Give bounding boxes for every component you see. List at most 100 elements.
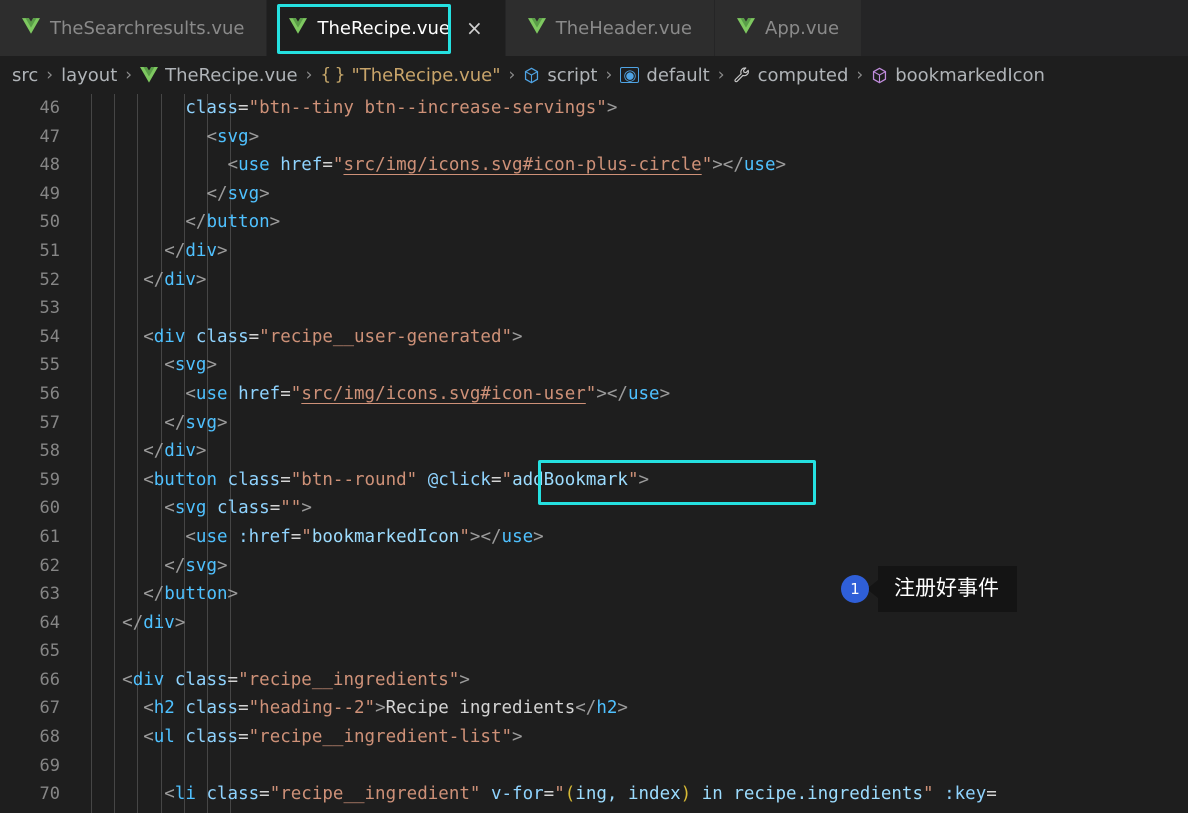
line-content[interactable]: <use href="src/img/icons.svg#icon-user">… [80,380,670,409]
code-line-46[interactable]: 46 class="btn--tiny btn--increase-servin… [0,94,1188,123]
code-line-60[interactable]: 60 <svg class=""> [0,494,1188,523]
line-number: 59 [39,469,60,490]
tab-label: TheSearchresults.vue [50,17,245,39]
line-content[interactable]: </div> [80,437,206,466]
breadcrumb-separator: › [605,65,613,85]
breadcrumb-item-7[interactable]: bookmarkedIcon [871,65,1045,86]
code-line-57[interactable]: 57 </svg> [0,409,1188,438]
breadcrumb-icon: ◉ [620,67,640,83]
code-line-65[interactable]: 65 [0,637,1188,666]
line-content[interactable]: </div> [80,609,185,638]
line-number: 62 [39,555,60,576]
breadcrumb-label: layout [61,64,118,86]
at-symbol-icon: ◉ [620,67,640,83]
line-number: 51 [39,240,60,261]
breadcrumb-item-4[interactable]: script [523,64,598,86]
code-line-66[interactable]: 66 <div class="recipe__ingredients"> [0,666,1188,695]
code-line-55[interactable]: 55 <svg> [0,351,1188,380]
line-content[interactable]: <svg class=""> [80,494,312,523]
editor-tab-thesearchresults-vue[interactable]: TheSearchresults.vue [0,0,268,56]
code-editor[interactable]: 46 class="btn--tiny btn--increase-servin… [0,94,1188,813]
code-line-67[interactable]: 67 <h2 class="heading--2">Recipe ingredi… [0,694,1188,723]
code-line-54[interactable]: 54 <div class="recipe__user-generated"> [0,323,1188,352]
breadcrumb-separator: › [125,65,133,85]
line-content[interactable]: <div class="recipe__user-generated"> [80,323,522,352]
code-line-69[interactable]: 69 [0,752,1188,781]
line-number: 61 [39,526,60,547]
line-content[interactable]: </div> [80,237,227,266]
code-line-61[interactable]: 61 <use :href="bookmarkedIcon"></use> [0,523,1188,552]
tab-file-icon [289,17,308,39]
tab-file-icon [527,17,546,39]
line-number: 55 [39,355,60,376]
code-line-49[interactable]: 49 </svg> [0,180,1188,209]
line-content[interactable]: class="btn--tiny btn--increase-servings"… [80,94,617,123]
line-number: 46 [39,98,60,118]
tab-file-icon [22,17,40,39]
breadcrumb-separator: › [305,65,313,85]
line-content[interactable]: <button class="btn--round" @click="addBo… [80,466,649,495]
line-content[interactable]: <li class="recipe__ingredient" v-for="(i… [80,780,997,809]
breadcrumb: src › layout › TheRecipe.vue › { } "TheRecipe.v… [0,56,1188,94]
line-content[interactable]: </button> [80,208,280,237]
breadcrumb-item-1[interactable]: layout [61,65,117,86]
breadcrumb-label: script [547,64,598,86]
code-line-58[interactable]: 58 </div> [0,437,1188,466]
code-line-70[interactable]: 70 <li class="recipe__ingredient" v-for=… [0,780,1188,809]
code-line-48[interactable]: 48 <use href="src/img/icons.svg#icon-plu… [0,151,1188,180]
wrench-icon [733,67,749,83]
line-number: 64 [39,612,60,633]
tab-file-icon [737,17,755,39]
breadcrumb-icon [523,67,540,84]
tab-close-icon[interactable]: × [466,18,483,38]
tab-label: TheRecipe.vue [317,17,450,39]
breadcrumb-item-3[interactable]: { } "TheRecipe.vue" [320,65,500,86]
line-content[interactable]: </svg> [80,409,227,438]
breadcrumb-item-6[interactable]: computed [733,65,848,86]
code-line-59[interactable]: 59 <button class="btn--round" @click="ad… [0,466,1188,495]
breadcrumb-item-2[interactable]: TheRecipe.vue [140,65,298,86]
code-line-52[interactable]: 52 </div> [0,266,1188,295]
line-content[interactable]: </button> [80,580,238,609]
vue-file-icon [22,17,40,34]
line-content[interactable]: <ul class="recipe__ingredient-list"> [80,723,522,752]
line-content[interactable]: </div> [80,266,206,295]
line-content[interactable]: <svg> [80,351,217,380]
line-content[interactable]: <use href="src/img/icons.svg#icon-plus-c… [80,151,787,180]
vue-file-icon [289,17,308,34]
line-content[interactable]: <div class="recipe__ingredients"> [80,666,470,695]
braces-icon: { } [320,65,345,85]
breadcrumb-item-5[interactable]: ◉ default [620,65,710,86]
code-lines[interactable]: 46 class="btn--tiny btn--increase-servin… [0,94,1188,809]
line-content[interactable]: </svg> [80,180,269,209]
code-line-56[interactable]: 56 <use href="src/img/icons.svg#icon-use… [0,380,1188,409]
vue-file-icon [527,17,546,34]
editor-tab-therecipe-vue[interactable]: TheRecipe.vue × [267,0,506,56]
code-line-64[interactable]: 64 </div> [0,609,1188,638]
breadcrumb-separator: › [717,65,725,85]
line-number: 49 [39,183,60,204]
breadcrumb-label: TheRecipe.vue [165,64,298,86]
code-line-68[interactable]: 68 <ul class="recipe__ingredient-list"> [0,723,1188,752]
line-content[interactable]: <svg> [80,123,259,152]
vue-file-icon [737,17,755,34]
breadcrumb-separator: › [856,65,864,85]
breadcrumb-item-0[interactable]: src [12,65,38,86]
callout-badge-number: 1 [841,575,869,604]
editor-tab-app-vue[interactable]: App.vue [715,0,863,56]
line-number: 69 [39,755,60,776]
breadcrumb-separator: › [508,65,516,85]
line-number: 53 [39,298,60,319]
code-line-53[interactable]: 53 [0,294,1188,323]
line-content[interactable]: <h2 class="heading--2">Recipe ingredient… [80,694,628,723]
editor-tab-theheader-vue[interactable]: TheHeader.vue [505,0,715,56]
code-line-47[interactable]: 47 <svg> [0,123,1188,152]
line-content[interactable]: </svg> [80,552,227,581]
line-number: 48 [39,155,60,176]
breadcrumb-label: bookmarkedIcon [895,64,1045,86]
code-line-51[interactable]: 51 </div> [0,237,1188,266]
line-content[interactable]: <use :href="bookmarkedIcon"></use> [80,523,543,552]
line-number: 54 [39,326,60,347]
line-number: 50 [39,212,60,233]
code-line-50[interactable]: 50 </button> [0,208,1188,237]
